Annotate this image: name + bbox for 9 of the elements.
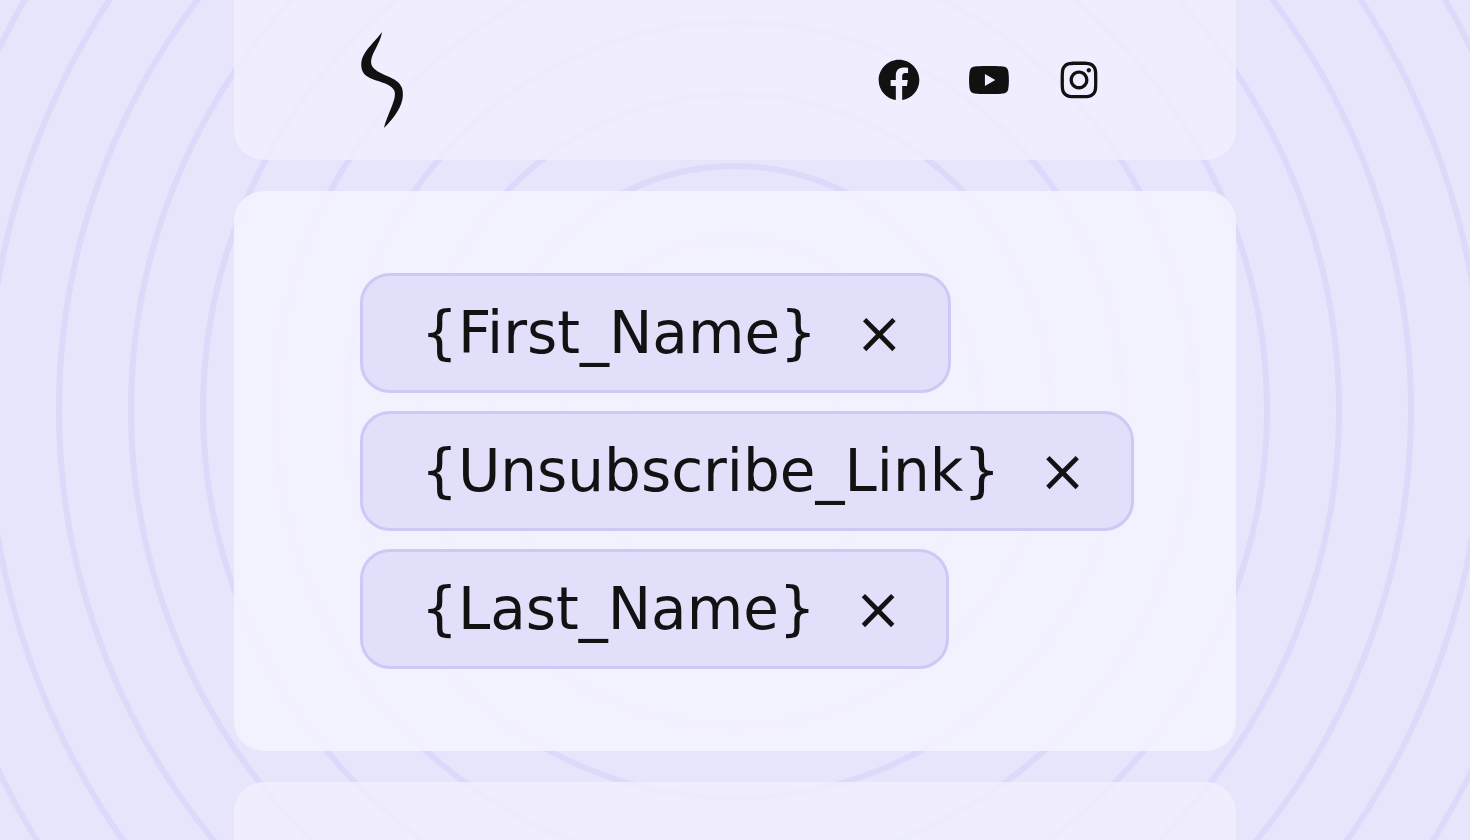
merge-tag-label: {First_Name}: [421, 299, 817, 367]
remove-button[interactable]: ×: [855, 304, 904, 362]
logo-icon: [358, 32, 406, 128]
camera-icon[interactable]: [1058, 59, 1100, 101]
merge-tag-label: {Unsubscribe_Link}: [421, 437, 1001, 505]
facebook-icon[interactable]: [878, 59, 920, 101]
merge-tag-label: {Last_Name}: [421, 575, 816, 643]
remove-button[interactable]: ×: [1038, 442, 1087, 500]
remove-button[interactable]: ×: [853, 580, 903, 638]
